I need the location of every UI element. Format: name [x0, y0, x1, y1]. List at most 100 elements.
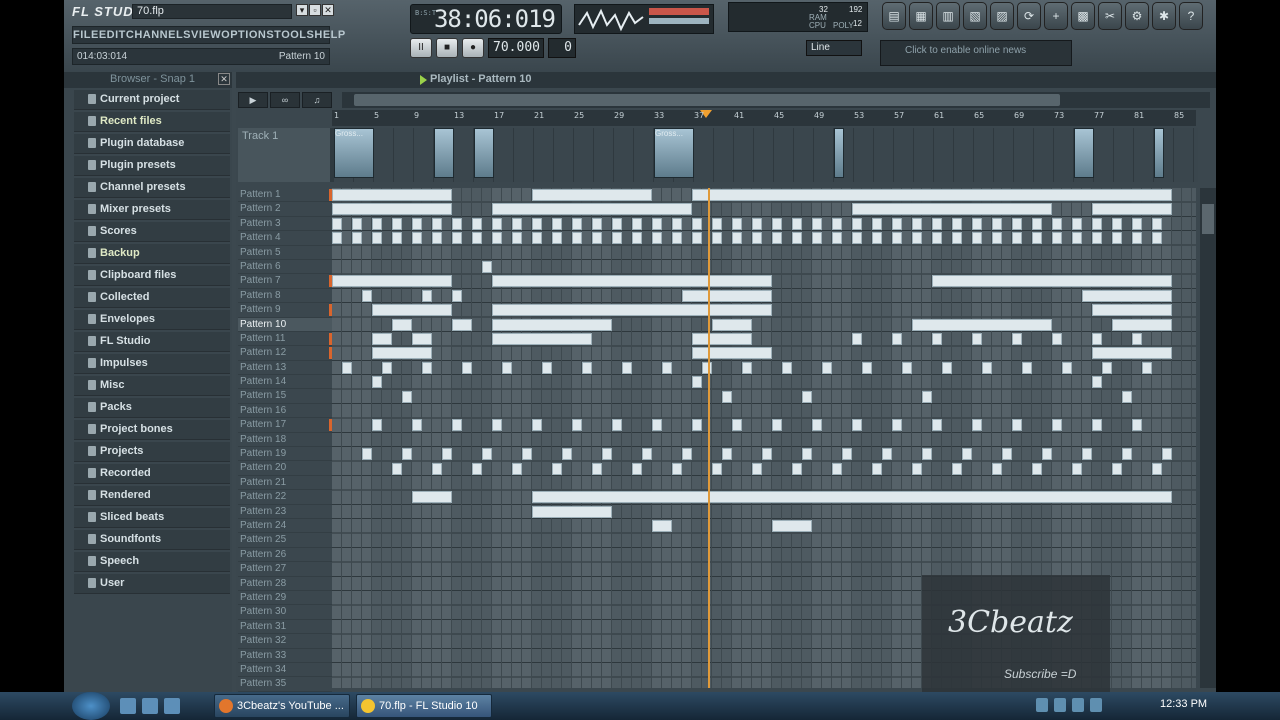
pattern-block[interactable]	[662, 361, 672, 374]
pattern-block[interactable]	[1052, 232, 1062, 245]
pattern-block[interactable]	[972, 419, 982, 432]
pattern-block[interactable]	[452, 232, 462, 245]
pattern-block[interactable]	[522, 448, 532, 461]
pattern-block[interactable]	[892, 217, 902, 230]
pattern-row-label[interactable]: Pattern 29	[238, 591, 332, 606]
pattern-block[interactable]	[692, 347, 772, 360]
pattern-block[interactable]	[1052, 333, 1062, 345]
pattern-block[interactable]	[972, 217, 982, 230]
pattern-block[interactable]	[912, 232, 922, 245]
pattern-block[interactable]	[632, 232, 642, 245]
pattern-block[interactable]	[722, 448, 732, 461]
pattern-block[interactable]	[1162, 448, 1172, 461]
snap-mode-select[interactable]: Line	[806, 40, 862, 56]
pattern-row-label[interactable]: Pattern 22	[238, 490, 332, 505]
pattern-block[interactable]	[932, 333, 942, 345]
pattern-block[interactable]	[462, 361, 472, 374]
pattern-row-label[interactable]: Pattern 24	[238, 519, 332, 534]
pattern-block[interactable]	[412, 491, 452, 504]
help-icon[interactable]: ?	[1179, 2, 1203, 30]
pattern-row-label[interactable]: Pattern 18	[238, 433, 332, 448]
pattern-block[interactable]	[1012, 232, 1022, 245]
pattern-block[interactable]	[732, 232, 742, 245]
pattern-block[interactable]	[402, 390, 412, 403]
pattern-row-label[interactable]: Pattern 20	[238, 461, 332, 476]
pattern-block[interactable]	[1092, 203, 1172, 216]
pattern-block[interactable]	[492, 318, 612, 331]
minimize-button[interactable]: ▾	[296, 4, 308, 16]
pattern-block[interactable]	[1132, 419, 1142, 432]
browser-item[interactable]: Soundfonts	[74, 530, 230, 550]
pattern-block[interactable]	[692, 189, 1172, 201]
pattern-block[interactable]	[712, 318, 752, 331]
pattern-block[interactable]	[552, 217, 562, 230]
pattern-block[interactable]	[682, 448, 692, 461]
browser-item[interactable]: Mixer presets	[74, 200, 230, 220]
pattern-block[interactable]	[1012, 419, 1022, 432]
pattern-block[interactable]	[992, 217, 1002, 230]
task-fl-studio[interactable]: 70.flp - FL Studio 10	[356, 694, 492, 718]
tools-icon[interactable]: ✂	[1098, 2, 1122, 30]
pattern-block[interactable]	[892, 232, 902, 245]
pattern-block[interactable]	[1072, 232, 1082, 245]
pattern-block[interactable]	[482, 261, 492, 273]
pattern-block[interactable]	[682, 289, 772, 302]
pattern-block[interactable]	[352, 232, 362, 245]
pattern-block[interactable]	[362, 448, 372, 461]
menu-channels[interactable]: CHANNELS	[126, 29, 191, 41]
online-news[interactable]: Click to enable online news	[880, 40, 1072, 66]
desktop-icon[interactable]	[120, 698, 136, 714]
pattern-block[interactable]	[1032, 462, 1042, 475]
pattern-block[interactable]	[332, 189, 452, 201]
pattern-block[interactable]	[372, 347, 432, 360]
audio-clip[interactable]	[834, 128, 844, 178]
menu-tools[interactable]: TOOLS	[274, 29, 314, 41]
pattern-block[interactable]	[1092, 304, 1172, 317]
pattern-block[interactable]	[602, 448, 612, 461]
pattern-block[interactable]	[1072, 217, 1082, 230]
browser-item[interactable]: FL Studio	[74, 332, 230, 352]
pattern-row-label[interactable]: Pattern 6	[238, 260, 332, 275]
pattern-block[interactable]	[1052, 419, 1062, 432]
pattern-block[interactable]	[652, 520, 672, 533]
pattern-block[interactable]	[392, 462, 402, 475]
pattern-row-label[interactable]: Pattern 11	[238, 332, 332, 347]
pattern-block[interactable]	[792, 217, 802, 230]
browser-item[interactable]: Packs	[74, 398, 230, 418]
pattern-block[interactable]	[872, 232, 882, 245]
refresh-icon[interactable]: ⟳	[1017, 2, 1041, 30]
pattern-block[interactable]	[752, 462, 762, 475]
pattern-block[interactable]	[922, 448, 932, 461]
pattern-block[interactable]	[802, 448, 812, 461]
pattern-block[interactable]	[672, 462, 682, 475]
pattern-block[interactable]	[882, 448, 892, 461]
pattern-block[interactable]	[712, 232, 722, 245]
pattern-block[interactable]	[642, 448, 652, 461]
pattern-block[interactable]	[832, 217, 842, 230]
pattern-block[interactable]	[532, 232, 542, 245]
pattern-block[interactable]	[492, 217, 502, 230]
browser-item[interactable]: Current project	[74, 90, 230, 110]
pattern-block[interactable]	[512, 232, 522, 245]
pattern-block[interactable]	[372, 419, 382, 432]
pattern-block[interactable]	[552, 232, 562, 245]
track-label[interactable]: Track 1	[238, 128, 330, 182]
restore-button[interactable]: ▫	[309, 4, 321, 16]
pattern-block[interactable]	[372, 376, 382, 389]
pattern-block[interactable]	[572, 217, 582, 230]
audio-clip[interactable]: Gross...	[654, 128, 694, 178]
pattern-block[interactable]	[1042, 448, 1052, 461]
pattern-block[interactable]	[992, 462, 1002, 475]
browser-item[interactable]: Backup	[74, 244, 230, 264]
browser-item[interactable]: Collected	[74, 288, 230, 308]
pattern-number[interactable]: 0	[548, 38, 576, 58]
pattern-block[interactable]	[892, 419, 902, 432]
song-mode-icon[interactable]: ▶	[238, 92, 268, 108]
pattern-block[interactable]	[332, 275, 452, 288]
pattern-block[interactable]	[772, 232, 782, 245]
pattern-block[interactable]	[452, 318, 472, 331]
audio-clip[interactable]	[1154, 128, 1164, 178]
pattern-block[interactable]	[592, 232, 602, 245]
record-button[interactable]: ●	[462, 38, 484, 58]
horizontal-scrollbar[interactable]	[342, 92, 1210, 108]
